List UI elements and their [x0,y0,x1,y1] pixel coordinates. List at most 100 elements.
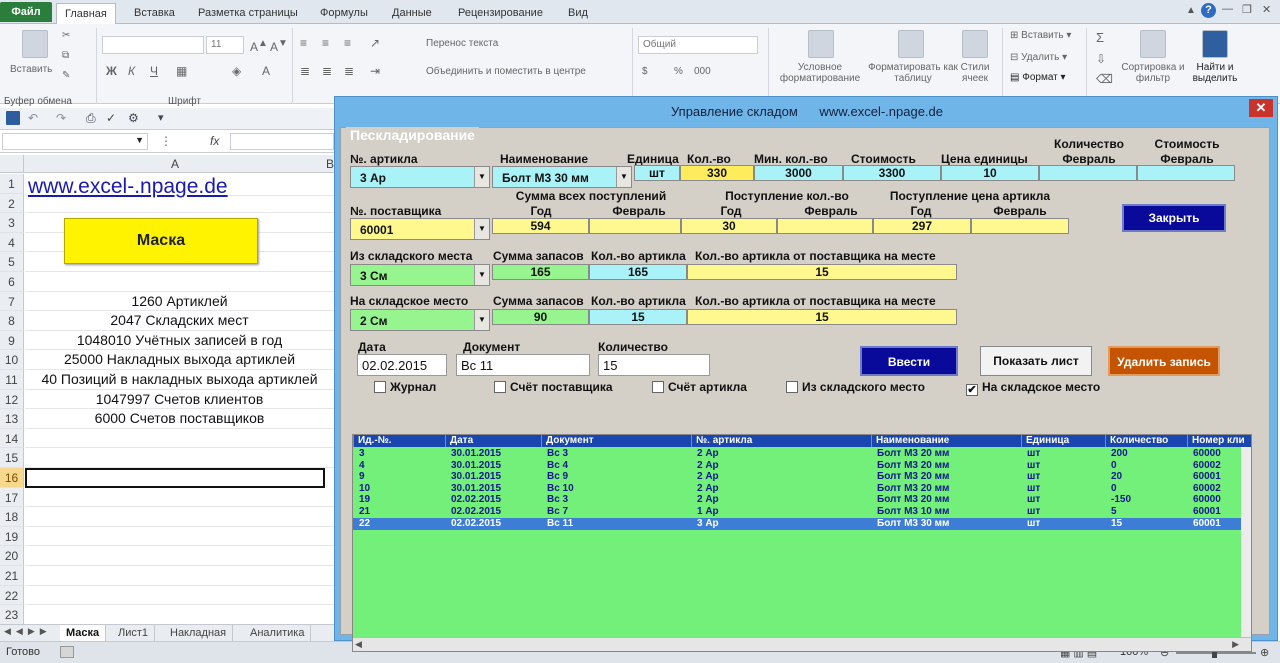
align-right-icon[interactable]: ≣ [344,64,354,78]
row-header[interactable]: 15 [0,448,24,468]
help-icon[interactable]: ? [1201,3,1216,18]
name-box[interactable]: ▼ [2,133,148,150]
underline-button[interactable]: Ч [150,64,158,78]
fill-color-icon[interactable]: ◈ [232,64,241,78]
article-combo[interactable]: 3 Ар ▼ [350,166,490,188]
to-supplier-qty-field[interactable]: 15 [687,309,957,325]
sheet-cell[interactable] [25,605,334,625]
row-header[interactable]: 22 [0,585,24,606]
align-bottom-icon[interactable]: ≡ [344,36,351,50]
supplier-combo[interactable]: 60001 ▼ [350,218,490,240]
unit-field[interactable]: шт [634,165,680,181]
sheet-nav-icon[interactable]: ◀◀▶▶ [4,626,52,637]
journal-checkbox[interactable]: Журнал [374,380,436,394]
format-table-button[interactable]: Форматировать как таблицу [868,62,958,84]
align-middle-icon[interactable]: ≡ [322,36,329,50]
tab-home[interactable]: Главная [56,3,116,24]
redo-icon[interactable]: ↷ [56,111,66,125]
sheet-cell[interactable]: 2047 Складских мест [25,311,334,331]
scroll-left-icon[interactable]: ◀ [355,639,362,650]
scroll-right-icon[interactable]: ▶ [1232,639,1239,650]
in-qty-feb-field[interactable] [777,218,873,234]
sheet-cell[interactable] [25,448,334,468]
list-row[interactable]: 22 02.02.2015 Вс 11 3 Ар Болт М3 30 мм шт 15 60… [353,517,1251,530]
row-header[interactable]: 2 [0,193,24,214]
quantity-input[interactable]: 15 [598,354,710,376]
paste-icon[interactable] [22,30,48,58]
row-header[interactable]: 9 [0,330,24,351]
min-qty-field[interactable]: 3000 [754,165,843,181]
save-icon[interactable] [6,111,20,125]
row-header[interactable]: 3 [0,213,24,233]
tab-view[interactable]: Вид [560,3,596,24]
tab-formulas[interactable]: Формулы [312,3,376,24]
formula-input[interactable] [230,133,334,150]
indent-icon[interactable]: ⇥ [370,64,380,78]
font-size-combo[interactable]: 11 [206,36,244,54]
close-button[interactable]: Закрыть [1122,204,1226,232]
currency-icon[interactable]: $ [642,66,648,77]
document-input[interactable]: Вс 11 [456,354,590,376]
article-account-checkbox-box[interactable] [652,381,664,393]
percent-button[interactable]: % [674,66,683,77]
insert-cells-button[interactable]: ⊞ Вставить ▾ [1010,30,1071,41]
from-place-combo[interactable]: 3 См ▼ [350,264,490,286]
list-header-cell[interactable]: Наименование [871,435,1021,447]
sheet-tab-list1[interactable]: Лист1 [112,625,156,642]
article-account-checkbox[interactable]: Счёт артикла [652,380,747,394]
sum-year-field[interactable]: 594 [492,218,589,234]
sheet-cell[interactable]: 1048010 Учётных записей в год [25,331,334,351]
sheet-cell[interactable] [25,546,334,566]
to-art-qty-field[interactable]: 15 [589,309,687,325]
list-header-cell[interactable]: Номер кли [1187,435,1251,447]
row-header[interactable]: 13 [0,409,24,429]
sort-filter-icon[interactable] [1140,30,1166,58]
format-cells-button[interactable]: ▤ Формат ▾ [1010,72,1066,83]
row-header[interactable]: 6 [0,272,24,292]
in-price-feb-field[interactable] [971,218,1069,234]
sheet-cell[interactable]: 40 Позиций в накладных выхода артиклей [25,370,334,390]
enter-button[interactable]: Ввести [860,346,958,376]
name-box-dropdown-icon[interactable]: ▼ [135,135,144,145]
journal-checkbox-box[interactable] [374,381,386,393]
list-vertical-scrollbar[interactable] [1241,447,1251,639]
supplier-dropdown-icon[interactable]: ▼ [474,219,489,239]
cut-icon[interactable]: ✂ [62,30,70,41]
sheet-cell[interactable]: 25000 Накладных выхода артиклей [25,350,334,370]
row-header[interactable]: 4 [0,232,24,253]
merge-center-button[interactable]: Объединить и поместить в центре [426,66,586,77]
row-header[interactable]: 23 [0,605,24,625]
bold-button[interactable]: Ж [106,64,117,78]
name-combo[interactable]: Болт М3 30 мм ▼ [492,166,632,188]
row-header[interactable]: 5 [0,252,24,272]
cost-feb-field[interactable] [1137,165,1235,181]
tab-data[interactable]: Данные [384,3,440,24]
qty-feb-field[interactable] [1039,165,1137,181]
row-header[interactable]: 7 [0,291,24,312]
to-place-checkbox[interactable]: ✔ На складское место [966,380,1100,396]
row-header[interactable]: 17 [0,487,24,508]
sheet-cell[interactable]: 1047997 Счетов клиентов [25,390,334,410]
align-top-icon[interactable]: ≡ [300,36,307,50]
list-row[interactable]: 21 02.02.2015 Вс 7 1 Ар Болт М3 10 мм шт 5 6000… [353,506,1251,518]
font-name-combo[interactable] [102,36,204,54]
list-row[interactable]: 19 02.02.2015 Вс 3 2 Ар Болт М3 20 мм шт -150 6… [353,494,1251,506]
customize-qat-icon[interactable]: ▾ [158,111,164,124]
undo-icon[interactable]: ↶ [28,111,38,125]
sheet-cell[interactable] [25,566,334,586]
from-place-dropdown-icon[interactable]: ▼ [474,265,489,285]
macro-icon[interactable]: ⚙ [128,111,139,125]
row-header[interactable]: 20 [0,546,24,566]
unit-price-field[interactable]: 10 [941,165,1039,181]
minimize-icon[interactable]: — [1222,3,1233,15]
from-supplier-qty-field[interactable]: 15 [687,264,957,280]
collapse-ribbon-icon[interactable]: ▲ [1186,5,1196,16]
tab-insert[interactable]: Вставка [126,3,183,24]
dialog-close-icon[interactable]: ✕ [1249,99,1273,117]
sheet-cell[interactable] [25,507,334,527]
supplier-account-checkbox[interactable]: Счёт поставщика [494,380,613,394]
row-header[interactable]: 8 [0,311,24,331]
to-place-checkbox-box[interactable]: ✔ [966,384,978,396]
zoom-in-icon[interactable]: ⊕ [1260,646,1269,659]
sheet-cell[interactable] [25,272,334,292]
